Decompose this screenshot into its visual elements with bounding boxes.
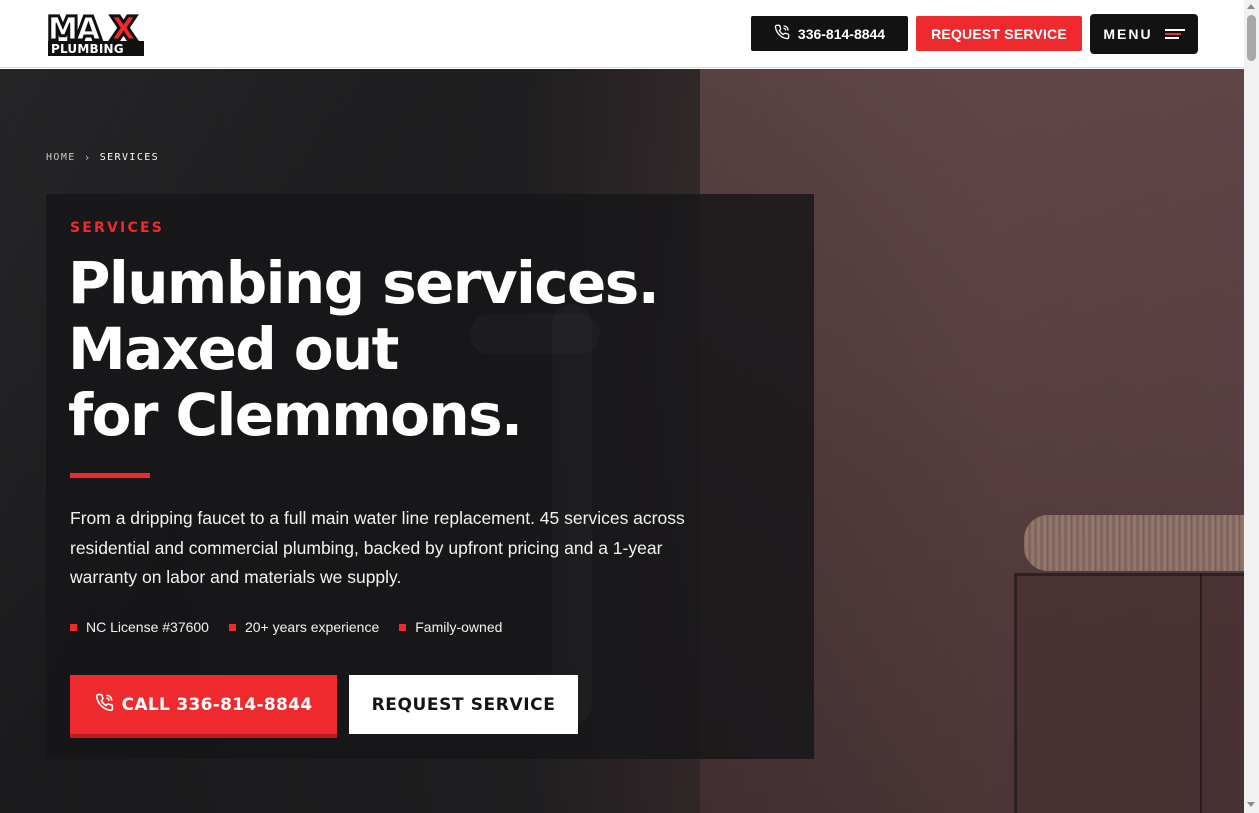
page-scrollbar[interactable] xyxy=(1244,0,1259,813)
call-now-label: CALL 336-814-8844 xyxy=(121,694,313,715)
call-now-button[interactable]: CALL 336-814-8844 xyxy=(70,675,337,738)
max-plumbing-logo: MA MA X X PLUMBING xyxy=(46,12,144,56)
hero-description: From a dripping faucet to a full main wa… xyxy=(70,508,685,587)
phone-icon xyxy=(774,24,790,43)
phone-icon xyxy=(95,693,114,717)
header-phone-label: 336-814-8844 xyxy=(797,25,886,42)
trust-badge: Family-owned xyxy=(399,619,502,635)
breadcrumb-current: SERVICES xyxy=(99,152,160,163)
header-request-label: REQUEST SERVICE xyxy=(931,25,1067,42)
menu-button[interactable]: MENU xyxy=(1090,14,1198,54)
hero-background-cabinet-door xyxy=(1200,573,1244,813)
site-logo[interactable]: MA MA X X PLUMBING xyxy=(46,12,146,58)
breadcrumb: HOME › SERVICES xyxy=(46,151,159,164)
hamburger-menu-icon xyxy=(1164,29,1185,39)
chevron-right-icon: › xyxy=(83,151,92,164)
header-request-service-button[interactable]: REQUEST SERVICE xyxy=(916,16,1082,51)
menu-label: MENU xyxy=(1103,26,1153,42)
header-phone-button[interactable]: 336-814-8844 xyxy=(751,16,908,51)
page-title-line-2: Maxed out xyxy=(68,315,399,383)
hero-content-panel: SERVICES Plumbing services. Maxed out fo… xyxy=(46,194,814,759)
title-accent-bar xyxy=(70,473,150,478)
hero-background-roll xyxy=(1024,515,1244,571)
hero-section: HOME › SERVICES SERVICES Plumbing servic… xyxy=(0,69,1244,813)
scroll-down-arrow-icon[interactable] xyxy=(1247,802,1255,807)
hero-eyebrow: SERVICES xyxy=(70,220,164,236)
request-service-label: REQUEST SERVICE xyxy=(371,694,556,715)
trust-badges: NC License #37600 20+ years experience F… xyxy=(70,619,502,635)
scroll-up-arrow-icon[interactable] xyxy=(1247,4,1255,9)
site-header: MA MA X X PLUMBING 336-814-8844 REQUEST … xyxy=(0,0,1244,68)
trust-badge: NC License #37600 xyxy=(70,619,209,635)
trust-badge-label: NC License #37600 xyxy=(86,619,209,635)
scrollbar-thumb[interactable] xyxy=(1247,15,1256,61)
red-square-bullet-icon xyxy=(70,623,77,631)
page-title-line-1: Plumbing services. xyxy=(68,249,660,317)
page-title: Plumbing services. Maxed out for Clemmon… xyxy=(68,250,768,448)
red-square-bullet-icon xyxy=(399,623,407,631)
trust-badge-label: Family-owned xyxy=(415,619,503,635)
trust-badge-label: 20+ years experience xyxy=(244,619,380,635)
page-title-line-3: for Clemmons. xyxy=(68,381,523,449)
trust-badge: 20+ years experience xyxy=(228,619,380,635)
red-square-bullet-icon xyxy=(228,623,236,631)
breadcrumb-home-link[interactable]: HOME xyxy=(46,152,76,163)
logo-text: PLUMBING xyxy=(51,42,124,56)
request-service-button[interactable]: REQUEST SERVICE xyxy=(349,675,578,734)
